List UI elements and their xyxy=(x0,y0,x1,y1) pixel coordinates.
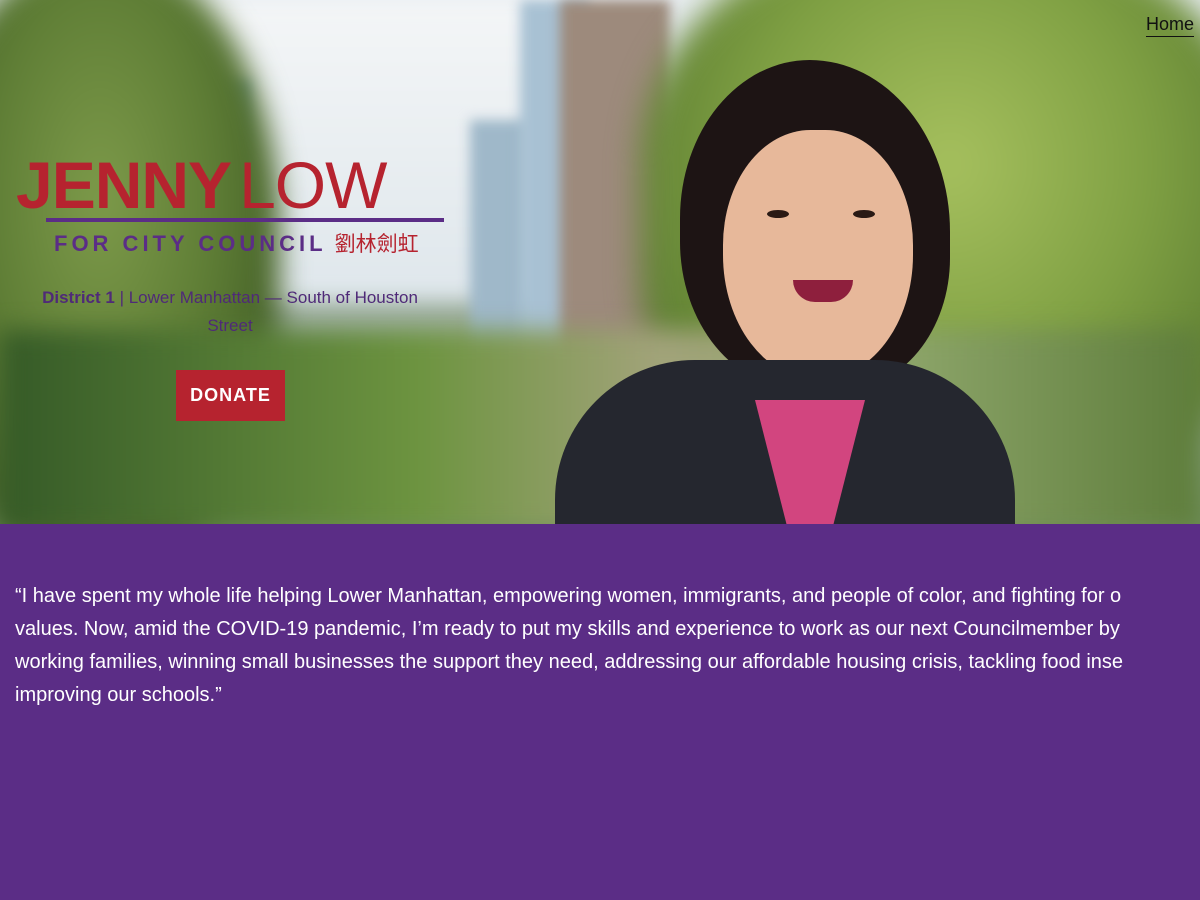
district-info: District 1 | Lower Manhattan — South of … xyxy=(20,284,440,340)
logo-last-name: LOW xyxy=(239,148,387,222)
logo-subtitle-row: FOR CITY COUNCIL 劉林劍虹 xyxy=(54,228,446,258)
district-description: Lower Manhattan — South of Houston Stree… xyxy=(128,288,418,335)
district-label: District 1 xyxy=(42,288,115,307)
candidate-face xyxy=(723,130,913,380)
donate-button[interactable]: DONATE xyxy=(176,370,285,421)
logo-subtitle: FOR CITY COUNCIL xyxy=(54,231,327,256)
candidate-quote: “I have spent my whole life helping Lowe… xyxy=(15,580,1200,712)
logo-first-name: JENNY xyxy=(16,148,232,222)
quote-section: “I have spent my whole life helping Lowe… xyxy=(0,524,1200,900)
quote-line: improving our schools.” xyxy=(15,684,222,706)
candidate-eye xyxy=(853,210,875,218)
nav-home-link[interactable]: Home xyxy=(1145,14,1194,37)
logo-name: JENNY LOW xyxy=(16,152,446,218)
logo-chinese-name: 劉林劍虹 xyxy=(334,232,419,256)
campaign-logo: JENNY LOW FOR CITY COUNCIL 劉林劍虹 xyxy=(16,152,446,258)
candidate-eye xyxy=(767,210,789,218)
hero-section: Home JENNY LOW FOR CITY COUNCIL 劉林劍虹 Distr… xyxy=(0,0,1200,524)
quote-line: “I have spent my whole life helping Lowe… xyxy=(15,585,1122,607)
quote-line: working families, winning small business… xyxy=(15,651,1124,673)
district-separator: | xyxy=(114,288,129,307)
quote-line: values. Now, amid the COVID-19 pandemic,… xyxy=(15,618,1120,640)
candidate-photo xyxy=(555,60,1015,524)
